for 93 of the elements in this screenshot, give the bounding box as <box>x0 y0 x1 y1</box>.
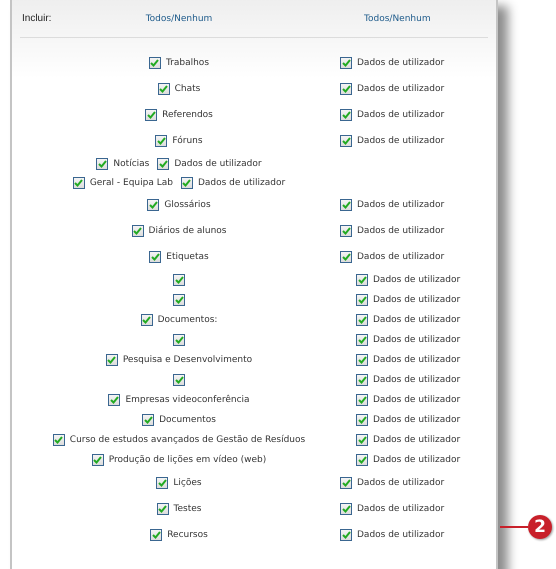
callout-line <box>500 526 528 528</box>
checkbox[interactable] <box>149 251 162 263</box>
select-none-link[interactable]: Nenhum <box>174 14 212 24</box>
checkbox-label: Testes <box>174 504 202 514</box>
checkbox-label: Empresas videoconferência <box>125 395 250 405</box>
checkbox-label: Dados de utilizador <box>373 455 460 465</box>
checkbox[interactable] <box>145 109 158 121</box>
include-label: Incluir: <box>21 13 52 24</box>
checkbox[interactable] <box>340 109 352 121</box>
checkbox-label: Dados de utilizador <box>357 504 444 514</box>
checkbox[interactable] <box>340 529 352 541</box>
checkbox-label: Dados de utilizador <box>198 178 286 188</box>
checkbox[interactable] <box>173 334 185 346</box>
checkbox-label: Chats <box>174 84 200 94</box>
checkbox-label: Dados de utilizador <box>373 275 460 285</box>
checkbox[interactable] <box>150 529 162 541</box>
checkbox[interactable] <box>156 477 168 489</box>
checkbox[interactable] <box>156 503 169 515</box>
checkbox[interactable] <box>340 251 352 263</box>
checkbox-label: Dados de utilizador <box>373 395 460 405</box>
checkbox[interactable] <box>96 158 108 170</box>
checkbox-label: Dados de utilizador <box>373 315 460 325</box>
checkbox-label: Curso de estudos avançados de Gestão de Resíduos <box>70 435 306 445</box>
checkbox-label: Dados de utilizador <box>373 375 460 385</box>
checkbox-label: Documentos <box>159 415 216 425</box>
checkbox-label: Glossários <box>164 200 211 210</box>
checkbox[interactable] <box>140 314 153 326</box>
select-all-link[interactable]: Todos <box>146 14 172 24</box>
checkbox-label: Dados de utilizador <box>373 355 460 365</box>
checkbox[interactable] <box>340 477 352 489</box>
checkbox[interactable] <box>356 454 368 466</box>
checkbox-label: Dados de utilizador <box>357 226 444 236</box>
checkbox-label: Dados de utilizador <box>357 58 444 68</box>
checkbox[interactable] <box>356 294 368 306</box>
checkbox-label: Produção de lições em vídeo (web) <box>108 455 266 465</box>
callout-badge: 2 <box>528 515 552 539</box>
checkbox[interactable] <box>356 394 368 406</box>
checkbox[interactable] <box>148 57 161 69</box>
checkbox-label: Dados de utilizador <box>174 158 262 168</box>
checkbox[interactable] <box>356 434 368 446</box>
checkbox-label: Dados de utilizador <box>357 136 444 146</box>
checkbox[interactable] <box>180 176 193 188</box>
checkbox[interactable] <box>356 334 368 346</box>
checkbox-label: Fóruns <box>172 136 203 146</box>
checkbox[interactable] <box>340 135 352 147</box>
checkbox-label: Pesquisa e Desenvolvimento <box>122 355 252 365</box>
checkbox-label: Diários de alunos <box>148 226 226 236</box>
checkbox[interactable] <box>173 294 185 306</box>
checkbox-label: Referendos <box>162 110 213 120</box>
checkbox[interactable] <box>356 314 368 326</box>
checkbox-label: Dados de utilizador <box>357 200 444 210</box>
select-all-link[interactable]: Todos <box>364 14 390 24</box>
checkbox[interactable] <box>356 414 368 426</box>
checkbox[interactable] <box>106 354 118 366</box>
checkbox-label: Etiquetas <box>166 252 209 262</box>
checkbox[interactable] <box>340 57 352 69</box>
link-separator: / <box>171 14 174 24</box>
checkbox[interactable] <box>340 225 352 237</box>
checkbox[interactable] <box>340 83 352 95</box>
checkbox-label: Recursos <box>167 530 208 540</box>
checkbox[interactable] <box>52 434 65 446</box>
checkbox[interactable] <box>356 274 368 286</box>
checkbox-label: Dados de utilizador <box>373 415 460 425</box>
checkbox[interactable] <box>142 414 154 426</box>
checkbox-label: Notícias <box>113 158 150 168</box>
checkbox[interactable] <box>108 394 120 406</box>
checkbox-label: Geral - Equipa Lab <box>90 178 173 188</box>
checkbox-label: Documentos: <box>158 315 218 325</box>
checkbox-label: Dados de utilizador <box>357 252 444 262</box>
checkbox[interactable] <box>132 225 144 237</box>
checkbox[interactable] <box>155 135 168 147</box>
checkbox-label: Trabalhos <box>166 58 210 68</box>
checkbox[interactable] <box>157 158 170 170</box>
checkbox-label: Lições <box>173 478 202 488</box>
checkbox-label: Dados de utilizador <box>357 478 444 488</box>
checkbox[interactable] <box>173 274 185 286</box>
checkbox[interactable] <box>356 374 368 386</box>
checkbox[interactable] <box>173 374 185 386</box>
checkbox[interactable] <box>92 454 104 466</box>
checkbox[interactable] <box>158 83 170 95</box>
checkbox-label: Dados de utilizador <box>373 335 460 345</box>
checkbox[interactable] <box>340 199 352 211</box>
checkbox-label: Dados de utilizador <box>373 435 460 445</box>
checkbox[interactable] <box>340 503 352 515</box>
checkbox-label: Dados de utilizador <box>357 84 444 94</box>
checkbox[interactable] <box>147 199 160 211</box>
link-separator: / <box>389 14 392 24</box>
select-none-link[interactable]: Nenhum <box>392 14 431 24</box>
checkbox-label: Dados de utilizador <box>357 110 444 120</box>
checkbox-label: Dados de utilizador <box>357 530 444 540</box>
checkbox[interactable] <box>356 354 368 366</box>
checkbox[interactable] <box>72 176 85 188</box>
checkbox-label: Dados de utilizador <box>373 295 460 305</box>
